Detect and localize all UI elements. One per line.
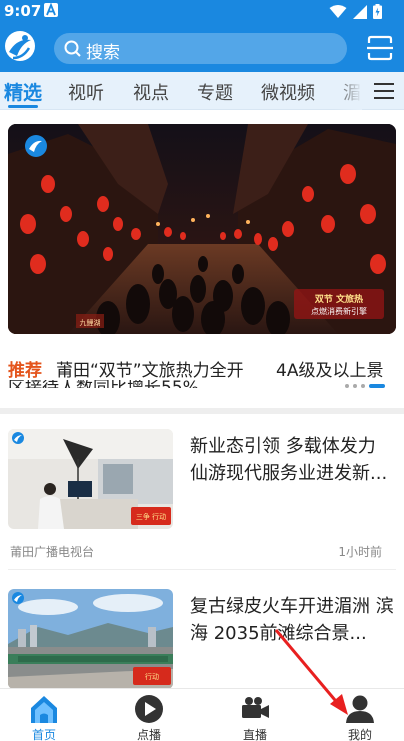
active-tab-indicator <box>8 105 38 108</box>
carousel-title: 莆田“双节”文旅热力全开 <box>56 361 244 380</box>
tab-fade <box>334 72 362 110</box>
nav-label: 我的 <box>347 728 372 741</box>
carousel-indicator <box>345 384 385 388</box>
scan-icon[interactable] <box>366 34 394 62</box>
carousel-title-line-2: 区接待人数同比增长55% <box>8 380 199 388</box>
news-badge-text: 行动 <box>145 672 159 681</box>
carousel-dot <box>361 384 365 388</box>
tab-micro-video[interactable]: 微视频 <box>261 79 315 105</box>
app-logo-icon[interactable] <box>3 28 37 66</box>
play-icon <box>134 694 164 724</box>
news-thumbnail: 行动 <box>8 589 173 689</box>
wifi-icon <box>329 4 347 19</box>
home-icon <box>29 694 59 724</box>
user-icon <box>345 694 375 724</box>
news-thumbnail: 三争 行动 <box>8 429 173 529</box>
nav-home[interactable]: 首页 <box>4 689 84 741</box>
signal-icon <box>353 4 367 19</box>
news-source: 莆田广播电视台 <box>10 545 95 559</box>
search-input[interactable]: 搜索 <box>54 33 347 64</box>
news-time: 1小时前 <box>338 545 382 559</box>
top-header: 搜索 <box>0 24 404 72</box>
hero-watermark: 九鲤湖 <box>80 318 101 327</box>
news-title: 复古绿皮火车开进湄洲 滨海 2035前滩综合景... <box>190 596 394 644</box>
nav-mine[interactable]: 我的 <box>320 689 400 741</box>
featured-carousel: 双节 文旅热 点燃消费新引擎 九鲤湖 推荐 莆田“双节”文旅热力全开 4A级及以… <box>0 110 404 408</box>
menu-icon[interactable] <box>374 82 394 100</box>
status-bar: 9:07 <box>0 0 404 24</box>
tab-viewpoint[interactable]: 视点 <box>133 79 169 105</box>
nav-label: 直播 <box>242 728 267 741</box>
list-separator <box>8 569 396 570</box>
carousel-next-title: 4A级及以上景 <box>276 361 384 380</box>
section-divider <box>0 408 404 414</box>
bottom-navigation: 首页 点播 直播 我的 <box>0 688 404 741</box>
search-placeholder: 搜索 <box>86 43 120 63</box>
carousel-dot <box>345 384 349 388</box>
a-notification-icon <box>44 3 58 17</box>
category-tabs: 精选 视听 视点 专题 微视频 湄 <box>0 72 404 110</box>
nav-on-demand[interactable]: 点播 <box>109 689 189 741</box>
status-time: 9:07 <box>4 2 42 20</box>
recommend-tag: 推荐 <box>8 361 42 380</box>
carousel-dot <box>353 384 357 388</box>
battery-charging-icon <box>373 4 382 19</box>
video-camera-icon <box>240 694 270 724</box>
search-icon <box>64 40 81 61</box>
nav-label: 首页 <box>31 728 56 741</box>
tab-featured[interactable]: 精选 <box>4 78 42 105</box>
carousel-image[interactable]: 双节 文旅热 点燃消费新引擎 九鲤湖 <box>8 124 396 334</box>
news-badge-text: 三争 行动 <box>136 512 166 521</box>
tab-audiovisual[interactable]: 视听 <box>68 79 104 105</box>
hero-overlay-text-2: 点燃消费新引擎 <box>311 306 367 316</box>
carousel-dot-active <box>369 384 385 388</box>
carousel-caption[interactable]: 推荐 莆田“双节”文旅热力全开 4A级及以上景 <box>8 356 398 380</box>
hero-overlay-text-1: 双节 文旅热 <box>315 293 363 305</box>
news-title: 新业态引领 多载体发力 仙游现代服务业进发新... <box>190 436 388 484</box>
nav-label: 点播 <box>136 728 161 741</box>
nav-live[interactable]: 直播 <box>215 689 295 741</box>
tab-topics[interactable]: 专题 <box>197 79 233 105</box>
